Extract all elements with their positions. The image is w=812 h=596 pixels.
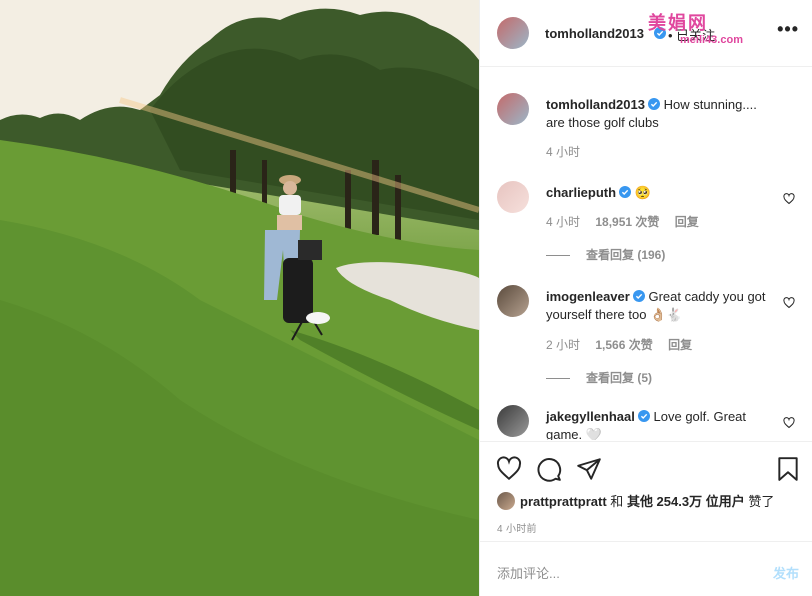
commenter-avatar[interactable] [497, 181, 529, 213]
share-paper-plane-icon[interactable] [576, 456, 602, 482]
view-replies-button[interactable]: 查看回复 (196) [546, 246, 665, 263]
post-actions: prattprattpratt 和 其他 254.3万 位用户 赞了 4 小时前 [480, 441, 812, 541]
reply-button[interactable]: 回复 [668, 338, 692, 352]
replies-divider [546, 378, 570, 380]
verified-badge-icon [632, 290, 645, 302]
comment-text: 🥺 [634, 185, 651, 200]
commenter-username[interactable]: charlieputh [546, 185, 616, 200]
comment-likes[interactable]: 1,566 次赞 [595, 338, 652, 352]
more-options-button[interactable]: ••• [777, 19, 799, 40]
comments-list: tomholland2013 How stunning.... are thos… [480, 68, 812, 440]
comment-time: 4 小时 [546, 145, 581, 159]
view-replies-button[interactable]: 查看回复 (5) [546, 369, 652, 386]
verified-badge-icon [647, 98, 660, 110]
commenter-avatar[interactable] [497, 285, 529, 317]
verified-badge-icon [619, 186, 632, 198]
like-heart-icon[interactable] [496, 456, 522, 482]
post-comment-button[interactable]: 发布 [773, 563, 799, 582]
commenter-username[interactable]: jakegyllenhaal [546, 409, 635, 424]
like-comment-heart-icon[interactable] [783, 297, 795, 309]
comment-item: imogenleaver Great caddy you got yoursel… [497, 285, 797, 385]
post-side-panel: tomholland2013 • 已关注 美娟网 meili43.com •••… [479, 0, 812, 596]
commenter-username[interactable]: imogenleaver [546, 289, 630, 304]
comment-item: charlieputh 🥺 4 小时 18,951 次赞 回复 查看回复 (19… [497, 181, 797, 271]
like-comment-heart-icon[interactable] [783, 417, 795, 429]
comment-time: 4 小时 [546, 215, 581, 229]
liker-avatar[interactable] [497, 492, 515, 510]
add-comment-bar: 添加评论... 发布 [480, 541, 812, 596]
add-comment-input[interactable]: 添加评论... [497, 563, 560, 582]
other-likers[interactable]: 其他 254.3万 位用户 [627, 494, 745, 509]
comment-likes[interactable]: 18,951 次赞 [595, 215, 659, 229]
liker-username[interactable]: prattprattpratt [520, 494, 607, 509]
likes-summary: prattprattpratt 和 其他 254.3万 位用户 赞了 [497, 491, 774, 510]
comment-item: jakegyllenhaal Love golf. Great game. 🤍 [497, 405, 797, 440]
save-bookmark-icon[interactable] [775, 456, 801, 482]
commenter-username[interactable]: tomholland2013 [546, 97, 645, 112]
comment-bubble-icon[interactable] [536, 456, 562, 482]
commenter-avatar[interactable] [497, 405, 529, 437]
post-time[interactable]: 4 小时前 [497, 520, 537, 535]
post-photo[interactable] [0, 0, 479, 596]
golf-course-photo [0, 0, 479, 596]
site-watermark-url: meili43.com [680, 34, 743, 46]
caption-comment: tomholland2013 How stunning.... are thos… [497, 93, 797, 163]
author-avatar[interactable] [497, 17, 529, 49]
replies-divider [546, 255, 570, 257]
verified-badge-icon [637, 410, 650, 422]
post-header: tomholland2013 • 已关注 美娟网 meili43.com ••• [480, 0, 812, 67]
site-watermark: 美娟网 [648, 13, 708, 33]
like-comment-heart-icon[interactable] [783, 193, 795, 205]
author-username[interactable]: tomholland2013 [545, 26, 644, 41]
commenter-avatar[interactable] [497, 93, 529, 125]
reply-button[interactable]: 回复 [675, 215, 699, 229]
comment-time: 2 小时 [546, 338, 581, 352]
